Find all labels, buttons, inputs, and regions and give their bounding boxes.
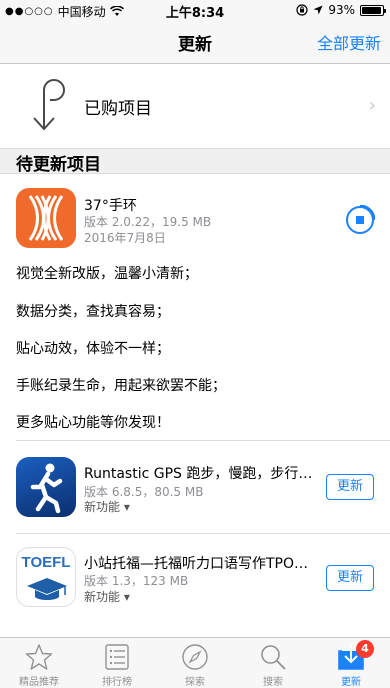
tab-featured[interactable]: 精品推荐 bbox=[0, 638, 78, 688]
update-button[interactable]: 更新 bbox=[326, 474, 374, 500]
stop-icon bbox=[356, 216, 364, 224]
whats-new-toggle[interactable]: 新功能 ▾ bbox=[84, 498, 130, 515]
tab-top-charts[interactable]: 排行榜 bbox=[78, 638, 156, 688]
status-right: 93% bbox=[296, 3, 386, 17]
tab-updates[interactable]: 4 更新 bbox=[312, 638, 390, 688]
pending-updates-header: 待更新项目 bbox=[0, 148, 390, 175]
rotation-lock-icon bbox=[296, 4, 308, 16]
tab-label: 更新 bbox=[341, 677, 361, 688]
update-all-button[interactable]: 全部更新 bbox=[317, 30, 381, 54]
release-note: 更多贴心功能等你发现！ bbox=[16, 415, 170, 431]
nav-bar: 更新 全部更新 bbox=[0, 20, 390, 64]
battery-percent: 93% bbox=[328, 3, 355, 17]
app-entry-runtastic: Runtastic GPS 跑步，慢跑，步行… 版本 6.8.5，80.5 MB… bbox=[0, 441, 390, 534]
tab-label: 探索 bbox=[185, 677, 205, 688]
app-version: 版本 1.3，123 MB bbox=[84, 574, 189, 588]
app-entry-toefl: TOEFL 小站托福—托福听力口语写作TPO… 版本 1.3，123 MB 新功… bbox=[0, 533, 390, 637]
tab-label: 排行榜 bbox=[102, 677, 132, 688]
tab-label: 搜索 bbox=[263, 677, 283, 688]
release-note: 数据分类，查找真容易； bbox=[16, 304, 170, 320]
tab-bar: 精品推荐 排行榜 探索 搜索 4 更新 bbox=[0, 637, 390, 688]
app-date: 2016年7月8日 bbox=[84, 231, 166, 245]
update-button[interactable]: 更新 bbox=[326, 565, 374, 591]
tab-search[interactable]: 搜索 bbox=[234, 638, 312, 688]
tab-explore[interactable]: 探索 bbox=[156, 638, 234, 688]
toefl-app-icon[interactable]: TOEFL bbox=[16, 547, 76, 607]
release-note: 视觉全新改版，温馨小清新； bbox=[16, 266, 198, 282]
chevron-right-icon: › bbox=[368, 95, 376, 116]
purchased-arrow-icon bbox=[33, 79, 65, 131]
release-note: 手账纪录生命，用起来欲罢不能； bbox=[16, 378, 226, 394]
star-icon bbox=[25, 644, 53, 670]
app-version: 版本 2.0.22，19.5 MB bbox=[84, 215, 212, 229]
battery-icon bbox=[360, 4, 386, 16]
release-note: 贴心动效，体验不一样； bbox=[16, 341, 170, 357]
tab-label: 精品推荐 bbox=[19, 677, 59, 688]
purchased-label: 已购项目 bbox=[84, 99, 152, 119]
app-name: Runtastic GPS 跑步，慢跑，步行… bbox=[84, 466, 313, 482]
list-icon bbox=[105, 644, 129, 670]
search-icon bbox=[261, 645, 286, 670]
app-name: 37°手环 bbox=[84, 198, 137, 214]
app-entry-37-bracelet: 37°手环 版本 2.0.22，19.5 MB 2016年7月8日 视觉全新改版… bbox=[0, 174, 390, 441]
37-bracelet-app-icon[interactable] bbox=[16, 188, 76, 248]
purchased-row[interactable]: 已购项目 › bbox=[0, 64, 390, 148]
app-name: 小站托福—托福听力口语写作TPO… bbox=[84, 556, 309, 572]
whats-new-toggle[interactable]: 新功能 ▾ bbox=[84, 588, 130, 605]
status-bar: ●●○○○ 中国移动 上午8:34 93% bbox=[0, 0, 390, 21]
location-arrow-icon bbox=[313, 5, 323, 15]
compass-icon bbox=[182, 644, 208, 670]
download-progress-button[interactable] bbox=[346, 205, 375, 234]
runtastic-app-icon[interactable] bbox=[16, 457, 76, 517]
section-title: 待更新项目 bbox=[16, 155, 101, 175]
updates-badge: 4 bbox=[356, 640, 374, 658]
